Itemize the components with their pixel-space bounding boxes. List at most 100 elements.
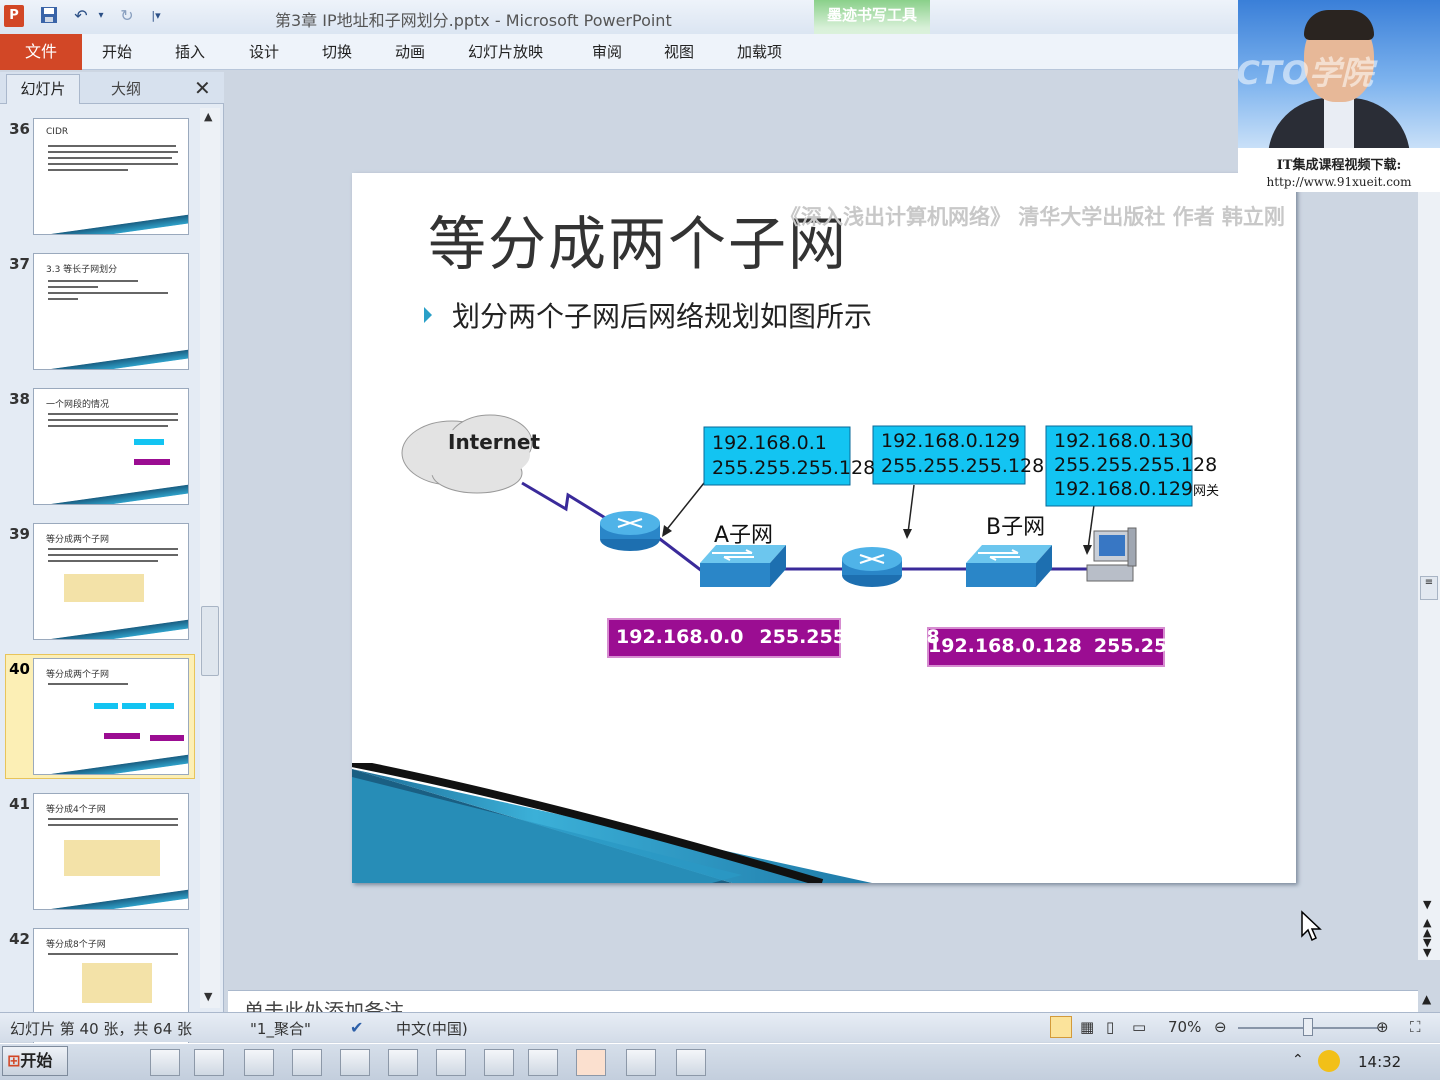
- tab-addins[interactable]: 加载项: [737, 34, 782, 70]
- tab-view[interactable]: 视图: [664, 34, 694, 70]
- undo-dropdown-icon[interactable]: ▾: [94, 5, 108, 27]
- zoom-slider-thumb[interactable]: [1303, 1018, 1313, 1036]
- app-icon[interactable]: [528, 1049, 558, 1076]
- slide-thumbnail-40[interactable]: 40 等分成两个子网: [0, 656, 200, 784]
- slide-sorter-icon[interactable]: ▦: [1080, 1018, 1094, 1036]
- notes-pane[interactable]: 单击此处添加备注: [228, 990, 1418, 1012]
- app-icon[interactable]: [292, 1049, 322, 1076]
- slide-thumbnail-39[interactable]: 39 等分成两个子网: [0, 521, 200, 649]
- webcam-caption: IT集成课程视频下载:: [1276, 158, 1402, 173]
- box2-text: 192.168.0.129 255.255.255.128: [881, 429, 1044, 479]
- app-icon[interactable]: [676, 1049, 706, 1076]
- thumbnail-title: CIDR: [46, 127, 69, 137]
- webcam-url: http://www.91xueit.com: [1266, 175, 1412, 189]
- tab-design[interactable]: 设计: [249, 34, 279, 70]
- tab-home[interactable]: 开始: [102, 34, 132, 70]
- notes-scroll-up-icon[interactable]: ▲: [1422, 992, 1431, 1006]
- app-icon[interactable]: [484, 1049, 514, 1076]
- mouse-pointer-icon: [1301, 910, 1322, 942]
- app-icon[interactable]: [244, 1049, 274, 1076]
- tab-transitions[interactable]: 切换: [322, 34, 352, 70]
- scroll-down-icon[interactable]: ▼: [204, 990, 212, 1003]
- tab-animations[interactable]: 动画: [395, 34, 425, 70]
- net-a-ip: 192.168.0.0: [616, 626, 744, 648]
- clock[interactable]: 14:32: [1358, 1053, 1401, 1071]
- slide-thumbnail-41[interactable]: 41 等分成4个子网: [0, 791, 200, 919]
- scroll-up-icon[interactable]: ▲: [204, 110, 212, 123]
- zoom-in-icon[interactable]: ⊕: [1376, 1018, 1389, 1036]
- thumbnail-preview: 一个网段的情况: [33, 388, 189, 505]
- box3-text: 192.168.0.130 255.255.255.128 192.168.0.…: [1054, 429, 1219, 504]
- language[interactable]: 中文(中国): [396, 1018, 468, 1039]
- save-icon[interactable]: [36, 5, 62, 27]
- tab-insert[interactable]: 插入: [175, 34, 205, 70]
- tab-file[interactable]: 文件: [0, 34, 82, 70]
- box2-mask: 255.255.255.128: [881, 455, 1045, 477]
- start-button[interactable]: ⊞开始: [2, 1046, 68, 1076]
- taskbar: ⊞开始 ⌃ 14:32: [0, 1043, 1440, 1080]
- close-icon[interactable]: ✕: [194, 76, 211, 100]
- tab-outline[interactable]: 大纲: [86, 78, 166, 99]
- current-slide[interactable]: 等分成两个子网 《深入浅出计算机网络》 清华大学出版社 作者 韩立刚 划分两个子…: [352, 173, 1296, 883]
- folder-icon[interactable]: [194, 1049, 224, 1076]
- zoom-level[interactable]: 70%: [1168, 1018, 1201, 1036]
- app-icon[interactable]: [436, 1049, 466, 1076]
- box1-mask: 255.255.255.128: [712, 457, 876, 479]
- notes-placeholder[interactable]: 单击此处添加备注: [244, 995, 404, 1012]
- slide-number: 40: [9, 660, 30, 678]
- pane-tabs: 幻灯片 大纲 ✕: [0, 72, 224, 104]
- redo-icon[interactable]: ↻: [114, 5, 140, 27]
- slide-number: 36: [9, 120, 30, 138]
- tray-expand-icon[interactable]: ⌃: [1292, 1052, 1304, 1068]
- tab-slides[interactable]: 幻灯片: [6, 74, 80, 104]
- slide-number: 41: [9, 795, 30, 813]
- tray-app-icon[interactable]: [1318, 1050, 1340, 1072]
- slide-count: 幻灯片 第 40 张，共 64 张: [10, 1020, 193, 1038]
- previous-slide-icon[interactable]: ▲ ▲: [1423, 917, 1431, 938]
- theme-name[interactable]: "1_聚合": [250, 1018, 311, 1039]
- thumbnail-title: 3.3 等长子网划分: [46, 265, 118, 275]
- scrollbar-thumb[interactable]: ≡: [1420, 576, 1438, 600]
- net-b-ip: 192.168.0.128: [928, 635, 1082, 657]
- app-icon[interactable]: [340, 1049, 370, 1076]
- box3-ip: 192.168.0.130: [1054, 430, 1194, 452]
- thumbnail-title: 等分成8个子网: [46, 940, 106, 950]
- zoom-out-icon[interactable]: ⊖: [1214, 1018, 1227, 1036]
- normal-view-icon[interactable]: [1050, 1016, 1072, 1038]
- ie-icon[interactable]: [150, 1049, 180, 1076]
- box2-ip: 192.168.0.129: [881, 430, 1021, 452]
- presenter-photo: 51CTO学院: [1238, 0, 1440, 148]
- slide-scrollbar[interactable]: ≡ ▼ ▲ ▲ ▼ ▼: [1418, 190, 1440, 960]
- reading-view-icon[interactable]: ▯: [1106, 1018, 1114, 1036]
- scrollbar-thumb[interactable]: [201, 606, 219, 676]
- thumbnails-scrollbar[interactable]: [200, 108, 220, 1008]
- app-icon[interactable]: [388, 1049, 418, 1076]
- subnet-a-label: A子网: [714, 523, 774, 548]
- fit-to-window-icon[interactable]: ⛶: [1410, 1018, 1421, 1036]
- thumbnail-preview: 等分成4个子网: [33, 793, 189, 910]
- pen-tools-title: 墨迹书写工具: [826, 6, 917, 24]
- customize-toolbar-icon[interactable]: |▾: [146, 5, 166, 27]
- next-slide-icon[interactable]: ▼ ▼: [1423, 937, 1431, 958]
- thumbnail-preview: 等分成两个子网: [33, 523, 189, 640]
- undo-icon[interactable]: ↶: [68, 5, 94, 27]
- switch-icon: [700, 545, 786, 587]
- slide-thumbnail-36[interactable]: 36 CIDR: [0, 116, 200, 244]
- box1-text: 192.168.0.1 255.255.255.128: [712, 431, 875, 481]
- tab-slideshow[interactable]: 幻灯片放映: [468, 34, 543, 70]
- slideshow-icon[interactable]: ▭: [1132, 1018, 1146, 1036]
- tab-review[interactable]: 审阅: [592, 34, 622, 70]
- powerpoint-taskbar-icon[interactable]: [576, 1049, 606, 1076]
- spellcheck-icon[interactable]: ✔: [350, 1018, 363, 1037]
- box1-ip: 192.168.0.1: [712, 432, 827, 454]
- scroll-down-icon[interactable]: ▼: [1423, 898, 1431, 911]
- router-icon: [600, 511, 660, 551]
- slide-thumbnail-38[interactable]: 38 一个网段的情况: [0, 386, 200, 514]
- box3-mask: 255.255.255.128: [1054, 454, 1218, 476]
- app-icon[interactable]: [626, 1049, 656, 1076]
- slide-thumbnail-37[interactable]: 37 3.3 等长子网划分: [0, 251, 200, 379]
- box3-arrow: [1087, 504, 1095, 550]
- powerpoint-icon[interactable]: P: [4, 5, 24, 27]
- box3-gateway: 192.168.0.129: [1054, 478, 1194, 500]
- box2-arrow: [907, 484, 915, 534]
